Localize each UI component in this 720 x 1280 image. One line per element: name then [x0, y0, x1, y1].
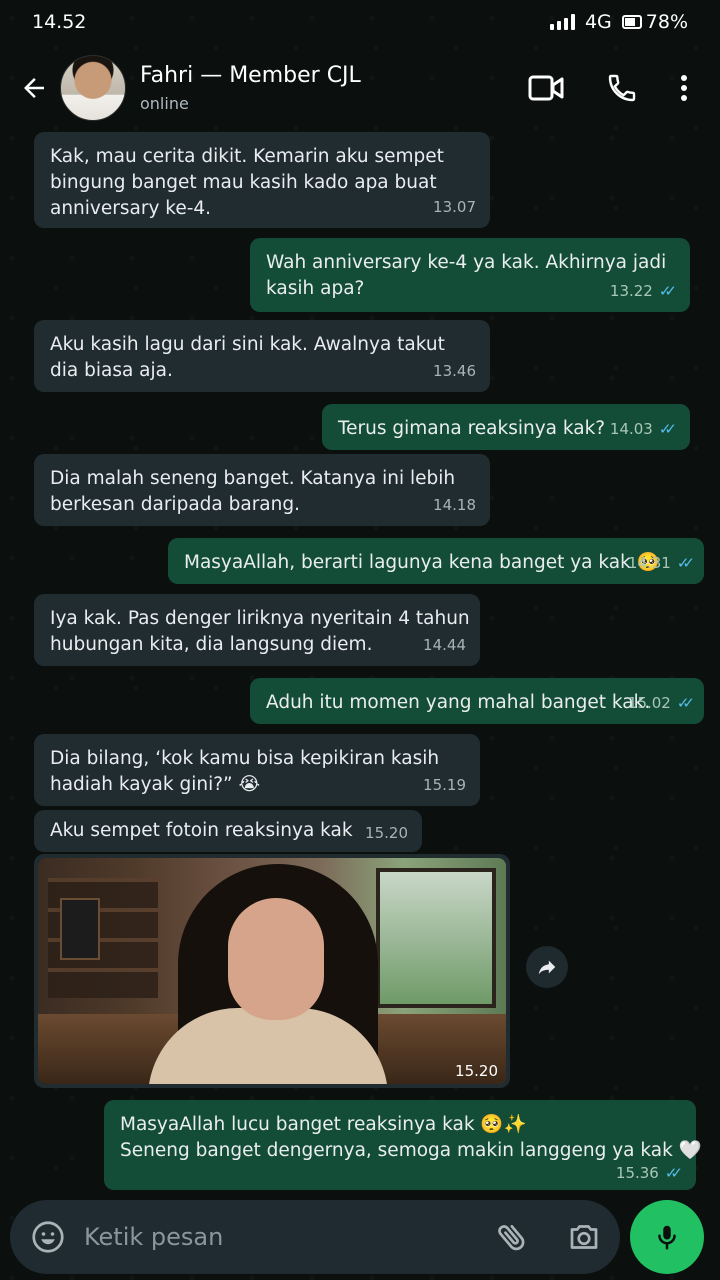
- message-text: hubungan kita, dia langsung diem.: [50, 634, 373, 655]
- more-options-icon[interactable]: [680, 74, 688, 102]
- message-text: Wah anniversary ke-4 ya kak. Akhirnya ja…: [266, 252, 667, 273]
- message-outgoing[interactable]: MasyaAllah lucu banget reaksinya kak 🥺✨ …: [104, 1100, 702, 1190]
- message-outgoing[interactable]: MasyaAllah, berarti lagunya kena banget …: [168, 538, 704, 584]
- message-text: berkesan daripada barang.: [50, 494, 300, 515]
- message-text: bingung banget mau kasih kado apa buat: [50, 172, 437, 193]
- read-ticks-icon: ✓✓: [676, 554, 695, 572]
- message-text: MasyaAllah, berarti lagunya kena banget …: [184, 552, 660, 573]
- message-list: Kak, mau cerita dikit. Kemarin aku sempe…: [0, 132, 720, 1194]
- read-ticks-icon: ✓✓: [664, 1164, 683, 1182]
- message-incoming[interactable]: Aku sempet fotoin reaksinya kak 15.20: [34, 810, 422, 852]
- message-time: 13.07: [433, 198, 476, 216]
- camera-icon[interactable]: [566, 1219, 602, 1255]
- message-text: Seneng banget dengernya, semoga makin la…: [120, 1140, 702, 1161]
- message-incoming[interactable]: Iya kak. Pas denger liriknya nyeritain 4…: [34, 594, 480, 666]
- contact-status: online: [140, 94, 189, 113]
- read-ticks-icon: ✓✓: [658, 420, 677, 438]
- status-time: 14.52: [32, 11, 87, 33]
- message-time: 14.18: [433, 496, 476, 514]
- phone-icon[interactable]: [606, 72, 638, 104]
- message-incoming[interactable]: Dia bilang, ‘kok kamu bisa kepikiran kas…: [34, 734, 480, 806]
- contact-info[interactable]: Fahri — Member CJL online: [140, 63, 528, 113]
- message-text: Dia bilang, ‘kok kamu bisa kepikiran kas…: [50, 748, 440, 769]
- image-message[interactable]: 15.20: [34, 854, 510, 1088]
- message-time: 15.19: [423, 776, 466, 794]
- photo-time: 15.20: [455, 1062, 498, 1080]
- message-text: Kak, mau cerita dikit. Kemarin aku sempe…: [50, 146, 444, 167]
- avatar[interactable]: [60, 55, 126, 121]
- message-text: dia biasa aja.: [50, 360, 173, 381]
- message-time: 14.03: [609, 420, 653, 438]
- message-text: anniversary ke-4.: [50, 198, 212, 219]
- message-text: Aku sempet fotoin reaksinya kak: [50, 820, 353, 841]
- message-time: 14.44: [423, 636, 466, 654]
- message-text: Dia malah seneng banget. Katanya ini leb…: [50, 468, 456, 489]
- battery-icon: [621, 15, 642, 29]
- message-time: 14.31: [627, 554, 671, 572]
- message-text: hadiah kayak gini?” 😭: [50, 774, 261, 795]
- mic-button[interactable]: [630, 1200, 704, 1274]
- message-time: 15.02: [627, 694, 671, 712]
- message-incoming[interactable]: Aku kasih lagu dari sini kak. Awalnya ta…: [34, 320, 490, 392]
- message-composer: Ketik pesan: [10, 1200, 620, 1274]
- message-text: MasyaAllah lucu banget reaksinya kak 🥺✨: [120, 1114, 527, 1135]
- message-outgoing[interactable]: Aduh itu momen yang mahal banget kak. 15…: [250, 678, 704, 724]
- network-label: 4G: [584, 11, 612, 33]
- message-input[interactable]: Ketik pesan: [84, 1223, 494, 1251]
- contact-name: Fahri — Member CJL: [140, 63, 361, 88]
- emoji-icon[interactable]: [30, 1219, 66, 1255]
- message-outgoing[interactable]: Wah anniversary ke-4 ya kak. Akhirnya ja…: [250, 238, 690, 312]
- chat-header: Fahri — Member CJL online: [0, 44, 720, 132]
- read-ticks-icon: ✓✓: [658, 282, 677, 300]
- message-text: Iya kak. Pas denger liriknya nyeritain 4…: [50, 608, 470, 629]
- battery-label: 78%: [645, 11, 688, 33]
- photo-thumbnail[interactable]: 15.20: [38, 858, 506, 1084]
- message-time: 15.20: [365, 824, 408, 842]
- message-text: Aku kasih lagu dari sini kak. Awalnya ta…: [50, 334, 445, 355]
- signal-icon: [549, 14, 575, 30]
- message-time: 15.36: [615, 1164, 659, 1182]
- message-time: 13.46: [433, 362, 476, 380]
- status-bar: 14.52 4G 78%: [0, 0, 720, 44]
- mic-icon: [658, 1225, 676, 1250]
- message-incoming[interactable]: Dia malah seneng banget. Katanya ini leb…: [34, 454, 490, 526]
- attach-icon[interactable]: [494, 1219, 530, 1255]
- forward-button[interactable]: [526, 946, 568, 988]
- video-call-icon[interactable]: [528, 74, 564, 102]
- read-ticks-icon: ✓✓: [676, 694, 695, 712]
- message-incoming[interactable]: Kak, mau cerita dikit. Kemarin aku sempe…: [34, 132, 490, 228]
- message-time: 13.22: [609, 282, 653, 300]
- message-outgoing[interactable]: Terus gimana reaksinya kak? 14.03 ✓✓: [322, 404, 690, 450]
- forward-icon: [538, 960, 556, 975]
- back-arrow-icon: [24, 78, 44, 98]
- back-button[interactable]: [16, 68, 52, 108]
- message-text: Aduh itu momen yang mahal banget kak.: [266, 692, 651, 713]
